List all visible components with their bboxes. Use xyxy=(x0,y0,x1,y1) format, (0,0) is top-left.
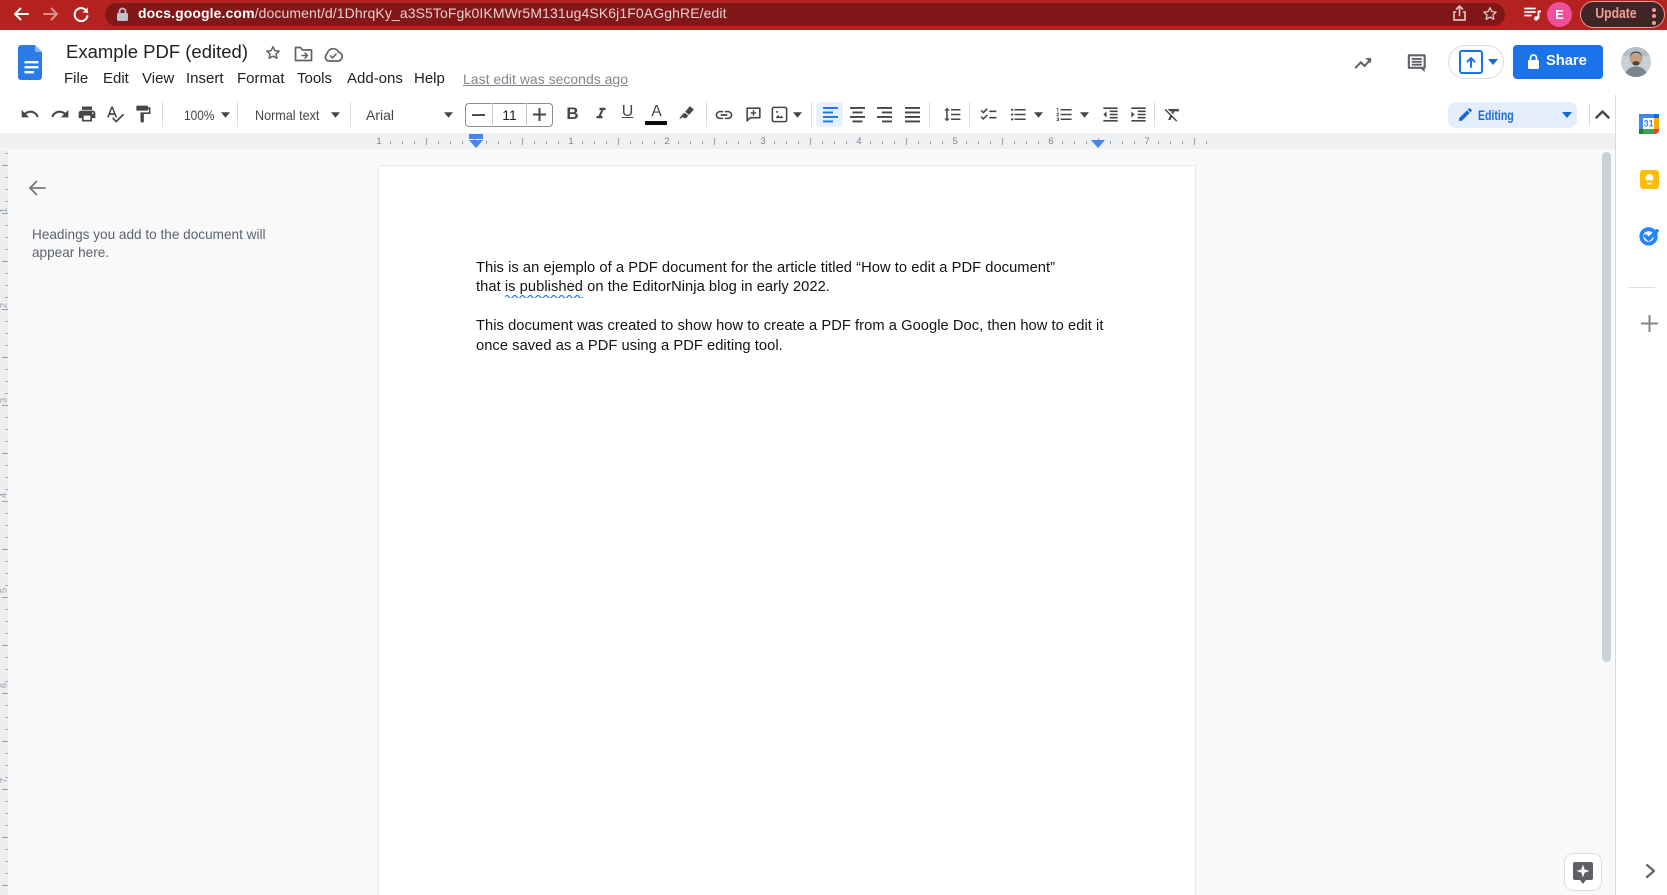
svg-text:31: 31 xyxy=(1644,119,1654,129)
